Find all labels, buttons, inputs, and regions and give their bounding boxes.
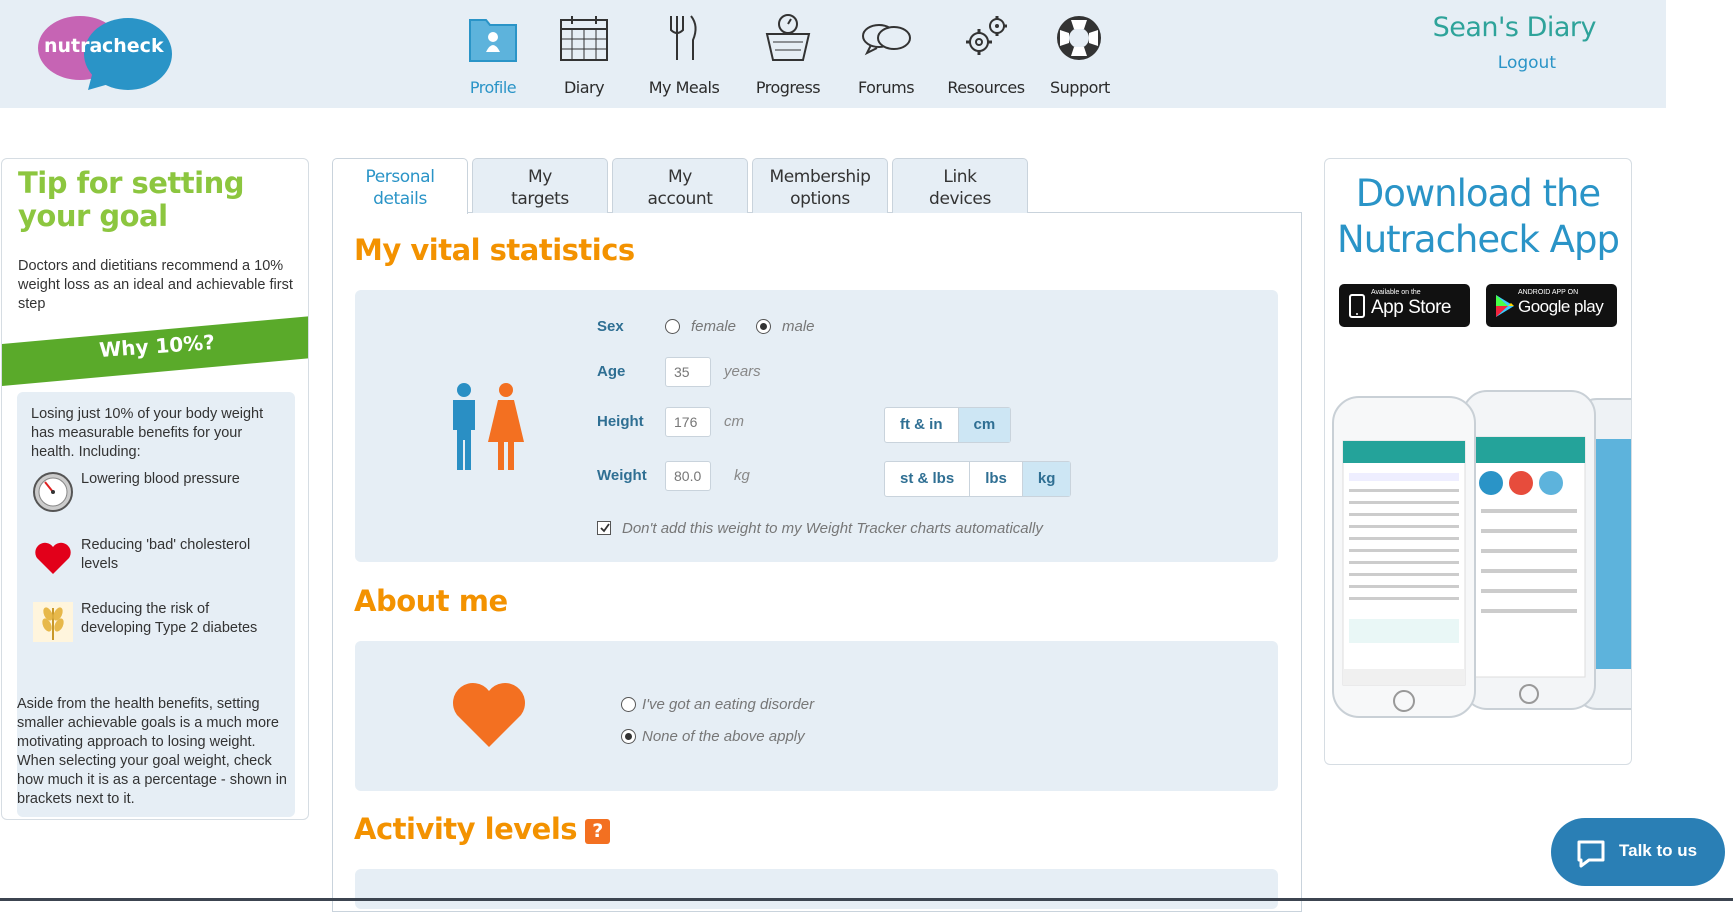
download-app-panel: Download the Nutracheck App Available on… bbox=[1324, 158, 1632, 765]
none-apply-label: None of the above apply bbox=[642, 728, 805, 745]
benefit-text: Lowering blood pressure bbox=[81, 471, 240, 487]
profile-icon bbox=[469, 19, 517, 62]
height-input[interactable]: 176 bbox=[665, 407, 711, 437]
nav-label: Support bbox=[1050, 78, 1110, 97]
benefit-item: Lowering blood pressure bbox=[31, 470, 286, 520]
logout-link[interactable]: Logout bbox=[1498, 53, 1556, 73]
nav-item-support[interactable]: Support bbox=[1050, 12, 1110, 102]
main-nav: Profile Diary My Meals Progress Forums R… bbox=[0, 12, 1666, 102]
checkmark-icon bbox=[600, 523, 610, 533]
weight-tracker-checkbox-label: Don't add this weight to my Weight Track… bbox=[622, 520, 1043, 537]
chat-bubble-icon bbox=[1577, 840, 1605, 868]
tip-outro-text: Aside from the health benefits, setting … bbox=[17, 696, 279, 750]
height-unit: cm bbox=[724, 413, 744, 430]
tip-title: Tip for setting your goal bbox=[18, 166, 245, 233]
weight-tracker-checkbox[interactable] bbox=[597, 521, 611, 535]
eating-disorder-label: I've got an eating disorder bbox=[642, 696, 815, 713]
tab-membership-options[interactable]: Membership options bbox=[752, 158, 888, 213]
nav-item-my-meals[interactable]: My Meals bbox=[648, 12, 720, 102]
eating-disorder-radio[interactable] bbox=[621, 697, 636, 712]
app-store-big-text: App Store bbox=[1371, 297, 1452, 318]
age-unit: years bbox=[724, 363, 761, 380]
app-store-small-text: Available on the bbox=[1371, 289, 1421, 296]
nav-item-diary[interactable]: Diary bbox=[556, 12, 612, 102]
activity-levels-label: Activity levels bbox=[354, 812, 578, 846]
top-header: nutra check Profile Diary My Meals Progr… bbox=[0, 0, 1666, 108]
download-app-title: Download the Nutracheck App bbox=[1325, 171, 1631, 263]
diary-owner-name: Sean's Diary bbox=[1432, 12, 1597, 43]
chat-bubbles-icon bbox=[862, 24, 911, 56]
benefit-text: Reducing the risk of developing Type 2 d… bbox=[81, 601, 258, 636]
activity-levels-box bbox=[355, 869, 1278, 909]
weight-label: Weight bbox=[597, 467, 647, 484]
activity-levels-title: Activity levels? bbox=[354, 812, 611, 846]
app-phones-image bbox=[1332, 390, 1631, 718]
google-play-big-text: Google play bbox=[1518, 297, 1604, 316]
age-input[interactable]: 35 bbox=[665, 357, 711, 387]
benefit-text: Reducing 'bad' cholesterol levels bbox=[81, 537, 251, 572]
nav-item-forums[interactable]: Forums bbox=[850, 12, 922, 102]
google-play-icon bbox=[1496, 295, 1514, 317]
nav-label: Profile bbox=[469, 78, 517, 97]
sex-male-label: male bbox=[782, 318, 815, 335]
nav-item-resources[interactable]: Resources bbox=[946, 12, 1026, 102]
gears-icon bbox=[966, 16, 1007, 55]
download-app-title-line1: Download the bbox=[1355, 172, 1601, 215]
cutlery-icon bbox=[670, 15, 697, 60]
sex-female-label: female bbox=[691, 318, 737, 335]
height-unit-toggle: ft & in cm bbox=[884, 407, 1012, 443]
google-play-small-text: ANDROID APP ON bbox=[1518, 289, 1579, 296]
lifebuoy-icon bbox=[1057, 16, 1101, 60]
weight-unit-kg-button[interactable]: kg bbox=[1022, 462, 1071, 496]
tip-intro: Doctors and dietitians recommend a 10% w… bbox=[18, 258, 293, 312]
nav-label: My Meals bbox=[648, 78, 720, 97]
age-label: Age bbox=[597, 363, 626, 380]
about-me-title: About me bbox=[354, 584, 508, 618]
nav-item-progress[interactable]: Progress bbox=[752, 12, 824, 102]
nav-label: Resources bbox=[947, 78, 1025, 97]
scale-icon bbox=[765, 14, 811, 61]
height-unit-cm-button[interactable]: cm bbox=[958, 408, 1011, 442]
talk-to-us-button[interactable]: Talk to us bbox=[1551, 818, 1725, 886]
sex-female-radio[interactable] bbox=[665, 319, 680, 334]
weight-unit-lbs-button[interactable]: lbs bbox=[970, 462, 1023, 496]
nav-label: Forums bbox=[857, 78, 915, 97]
sex-male-radio[interactable] bbox=[756, 319, 771, 334]
nav-item-profile[interactable]: Profile bbox=[465, 12, 521, 102]
google-play-button[interactable]: ANDROID APP ON Google play bbox=[1486, 284, 1617, 327]
benefit-item: Reducing 'bad' cholesterol levels bbox=[31, 536, 286, 586]
wheat-icon bbox=[33, 602, 73, 642]
sex-label: Sex bbox=[597, 318, 624, 335]
weight-unit: kg bbox=[734, 467, 750, 484]
none-apply-radio[interactable] bbox=[621, 729, 636, 744]
vital-statistics-title: My vital statistics bbox=[354, 233, 635, 267]
benefit-item: Reducing the risk of developing Type 2 d… bbox=[31, 600, 286, 650]
apple-phone-icon bbox=[1349, 294, 1365, 318]
male-female-figures-icon bbox=[453, 383, 524, 470]
nav-label: Progress bbox=[755, 78, 821, 97]
app-store-button[interactable]: Available on the App Store bbox=[1339, 284, 1470, 327]
benefits-intro: Losing just 10% of your body weight has … bbox=[31, 406, 264, 460]
calendar-icon bbox=[560, 16, 608, 61]
about-me-box: I've got an eating disorder None of the … bbox=[355, 641, 1278, 791]
tip-outro-text-2: When selecting your goal weight, check h… bbox=[17, 753, 287, 807]
help-icon[interactable]: ? bbox=[585, 818, 611, 844]
blood-pressure-gauge-icon bbox=[33, 472, 73, 512]
weight-input[interactable]: 80.0 bbox=[665, 461, 711, 491]
height-unit-ft-in-button[interactable]: ft & in bbox=[885, 408, 959, 442]
tab-link-devices[interactable]: Link devices bbox=[892, 158, 1028, 213]
weight-unit-st-lbs-button[interactable]: st & lbs bbox=[885, 462, 971, 496]
download-app-title-line2: Nutracheck App bbox=[1337, 218, 1620, 261]
weight-unit-toggle: st & lbs lbs kg bbox=[884, 461, 1072, 497]
tab-my-account[interactable]: My account bbox=[612, 158, 748, 213]
height-label: Height bbox=[597, 413, 644, 430]
heart-icon bbox=[35, 542, 71, 574]
tab-my-targets[interactable]: My targets bbox=[472, 158, 608, 213]
talk-to-us-label: Talk to us bbox=[1619, 841, 1698, 860]
heart-icon bbox=[453, 683, 525, 747]
tab-personal-details[interactable]: Personal details bbox=[332, 158, 468, 214]
vital-statistics-box: Sex female male Age 35 years Height 176 … bbox=[355, 290, 1278, 562]
nav-label: Diary bbox=[563, 78, 605, 97]
